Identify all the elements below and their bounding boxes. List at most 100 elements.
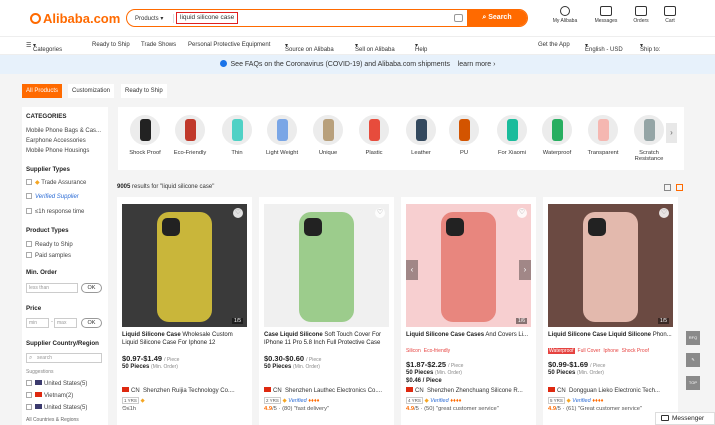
grid-view-icon[interactable] <box>676 184 683 191</box>
checkbox[interactable] <box>26 404 32 410</box>
checkbox[interactable] <box>26 241 32 247</box>
product-image[interactable]: ♡ 1/5 <box>548 204 673 327</box>
category-item[interactable]: Leather <box>401 115 441 156</box>
nav-source[interactable]: Source on Alibaba ▾ <box>285 42 334 53</box>
ship-to-selector[interactable]: Ship to: ▾ <box>640 42 660 53</box>
category-link[interactable]: Mobile Phone Bags & Cas... <box>26 128 101 134</box>
tab-all-products[interactable]: All Products <box>22 84 63 98</box>
nav-help[interactable]: Help ▾ <box>415 42 427 53</box>
nav-trade-shows[interactable]: Trade Shows <box>141 42 176 48</box>
category-image <box>406 115 436 145</box>
checkbox[interactable] <box>26 380 32 386</box>
category-label: Waterproof <box>542 150 572 156</box>
nav-sell[interactable]: Sell on Alibaba ▾ <box>355 42 395 53</box>
alibaba-logo[interactable]: Alibaba.com <box>30 11 120 26</box>
ready-to-ship-filter[interactable]: Ready to Ship <box>26 241 73 248</box>
get-app-link[interactable]: Get the App <box>538 42 570 48</box>
tab-ready-to-ship[interactable]: Ready to Ship <box>121 84 167 98</box>
product-title[interactable]: Liquid Silicone Case Cases And Covers Li… <box>406 331 531 347</box>
category-item[interactable]: Unique <box>308 115 348 156</box>
chevron-left-icon[interactable]: ‹ <box>406 260 418 280</box>
country-filter[interactable]: United States(5) <box>26 404 87 411</box>
favorite-heart-icon[interactable]: ♡ <box>375 208 385 218</box>
category-item[interactable]: Eco-Friendly <box>170 115 210 156</box>
checkbox[interactable] <box>26 179 32 185</box>
trade-assurance-filter[interactable]: ◆ Trade Assurance <box>26 179 86 186</box>
nav-ppe[interactable]: Personal Protective Equipment <box>188 42 270 48</box>
category-item[interactable]: For Xiaomi <box>492 115 532 156</box>
category-link[interactable]: Mobile Phone Housings <box>26 148 89 154</box>
price-ok-button[interactable]: OK <box>81 318 102 328</box>
product-image[interactable]: ♡ 1/6 ‹ › <box>406 204 531 327</box>
nav-ready-to-ship[interactable]: Ready to Ship <box>92 42 130 48</box>
category-item[interactable]: Scratch Resistance <box>629 115 669 162</box>
all-countries-link[interactable]: All Countries & Regions <box>26 417 79 423</box>
verified-badge: Verified <box>288 398 307 404</box>
product-image[interactable]: ♡ 1/5 <box>122 204 247 327</box>
supplier-rating: ⏲≤1h <box>122 406 137 412</box>
category-item[interactable]: PU <box>444 115 484 156</box>
category-item[interactable]: Thin <box>217 115 257 156</box>
category-image <box>175 115 205 145</box>
product-title[interactable]: Case Liquid Silicone Soft Touch Cover Fo… <box>264 331 389 347</box>
checkbox[interactable] <box>26 252 32 258</box>
category-link[interactable]: Earphone Accessories <box>26 138 86 144</box>
product-image[interactable]: ♡ <box>264 204 389 327</box>
filter-sidebar: CATEGORIES Mobile Phone Bags & Cas... Ea… <box>22 107 108 425</box>
product-title[interactable]: Liquid Silicone Case Wholesale Custom Li… <box>122 331 247 347</box>
supplier-name[interactable]: CN Dongguan Lieko Electronic Tech... <box>548 387 673 394</box>
my-alibaba-link[interactable]: My Alibaba <box>550 6 580 24</box>
learn-more-link[interactable]: learn more <box>458 61 491 68</box>
category-item[interactable]: Waterproof <box>537 115 577 156</box>
logo-icon <box>30 13 41 24</box>
search-input[interactable]: liquid silicone case <box>176 12 239 24</box>
checkbox[interactable] <box>26 392 32 398</box>
list-view-icon[interactable] <box>664 184 671 191</box>
search-button[interactable]: ⌕ Search <box>467 10 527 26</box>
product-card[interactable]: ♡ 1/5 Liquid Silicone Case Liquid Silico… <box>543 197 678 425</box>
tab-customization[interactable]: Customization <box>68 84 115 98</box>
product-card[interactable]: ♡ 1/6 ‹ › Liquid Silicone Case Cases And … <box>401 197 536 425</box>
checkbox[interactable] <box>26 193 32 199</box>
cart-link[interactable]: Cart <box>660 6 680 24</box>
product-price: $1.87-$2.25 / Piece <box>406 360 464 369</box>
checkbox[interactable] <box>26 208 32 214</box>
rfq-button[interactable]: RFQ <box>686 331 700 345</box>
favorite-heart-icon[interactable]: ♡ <box>233 208 243 218</box>
product-card[interactable]: ♡ Case Liquid Silicone Soft Touch Cover … <box>259 197 394 425</box>
supplier-name[interactable]: CN Shenzhen Zhenchuang Silicone R... <box>406 387 531 394</box>
feedback-icon[interactable]: ✎ <box>686 353 700 367</box>
product-title[interactable]: Liquid Silicone Case Liquid Silicone Pho… <box>548 331 673 347</box>
min-order-input[interactable]: less than <box>26 283 78 293</box>
price-max-input[interactable]: max <box>54 318 77 328</box>
verified-supplier-filter[interactable]: Verified Supplier <box>26 193 79 200</box>
country-search-input[interactable]: search <box>26 353 102 363</box>
language-selector[interactable]: English - USD ▾ <box>585 42 623 53</box>
category-item[interactable]: Shock Proof <box>125 115 165 156</box>
category-item[interactable]: Plastic <box>354 115 394 156</box>
favorite-heart-icon[interactable]: ♡ <box>659 208 669 218</box>
price-min-input[interactable]: min <box>26 318 49 328</box>
category-item[interactable]: Transparent <box>583 115 623 156</box>
chevron-right-icon[interactable]: › <box>666 123 677 143</box>
country-filter[interactable]: Vietnam(2) <box>26 392 73 399</box>
orders-link[interactable]: Orders <box>628 6 654 24</box>
back-to-top-button[interactable]: TOP <box>686 376 700 390</box>
supplier-name[interactable]: CN Shenzhen Ruijia Technology Co.... <box>122 387 247 394</box>
country-filter[interactable]: United States(5) <box>26 380 87 387</box>
category-item[interactable]: Light Weight <box>262 115 302 156</box>
paid-samples-filter[interactable]: Paid samples <box>26 252 71 259</box>
supplier-name[interactable]: CN Shenzhen Lauthec Electronics Co.... <box>264 387 389 394</box>
response-time-filter[interactable]: ≤1h response time <box>26 208 84 215</box>
price-dash: - <box>51 319 53 325</box>
product-card[interactable]: ♡ 1/5 Liquid Silicone Case Wholesale Cus… <box>117 197 252 425</box>
verified-badge: Verified <box>572 398 591 404</box>
camera-icon[interactable] <box>454 14 463 22</box>
chevron-right-icon[interactable]: › <box>519 260 531 280</box>
min-order-ok-button[interactable]: OK <box>81 283 102 293</box>
messenger-button[interactable]: Messenger <box>655 412 715 425</box>
search-category-dropdown[interactable]: Products ▾ <box>135 15 163 22</box>
messages-link[interactable]: Messages <box>591 6 621 24</box>
categories-menu[interactable]: ☰ Categories ▾ <box>26 42 62 53</box>
favorite-heart-icon[interactable]: ♡ <box>517 208 527 218</box>
